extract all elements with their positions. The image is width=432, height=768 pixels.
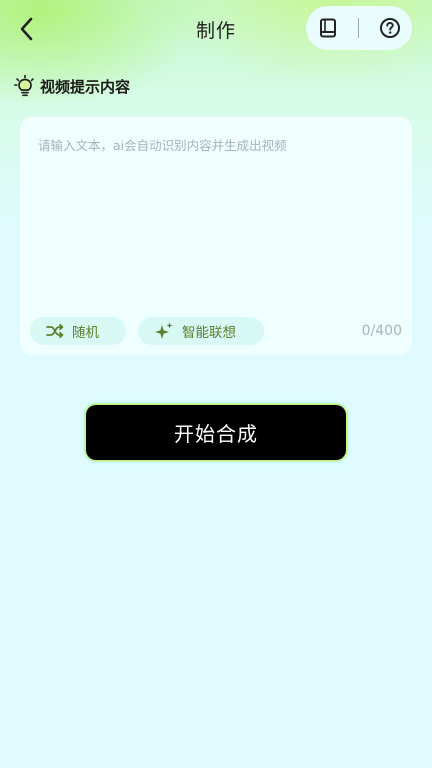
- section-header: 视频提示内容: [14, 74, 133, 98]
- start-synthesis-button[interactable]: 开始合成: [86, 405, 346, 460]
- random-button-label: 随机: [72, 325, 99, 341]
- guide-button[interactable]: [315, 15, 341, 41]
- sparkle-icon: [154, 322, 174, 340]
- character-counter: 0/400: [361, 323, 402, 339]
- top-bar: 制作: [0, 0, 432, 58]
- random-button[interactable]: 随机: [30, 317, 126, 345]
- smart-association-button[interactable]: 智能联想: [138, 317, 264, 345]
- divider: [358, 18, 360, 38]
- smart-association-label: 智能联想: [182, 325, 236, 341]
- prompt-card: 随机 智能联想 0/400: [20, 117, 412, 355]
- shuffle-icon: [46, 323, 64, 339]
- book-icon: [319, 18, 336, 38]
- section-title: 视频提示内容: [37, 77, 133, 96]
- lightbulb-icon: [14, 75, 34, 97]
- question-circle-icon: [380, 18, 401, 38]
- help-button[interactable]: [377, 15, 403, 41]
- header-actions: [306, 6, 412, 50]
- prompt-input[interactable]: [36, 133, 400, 297]
